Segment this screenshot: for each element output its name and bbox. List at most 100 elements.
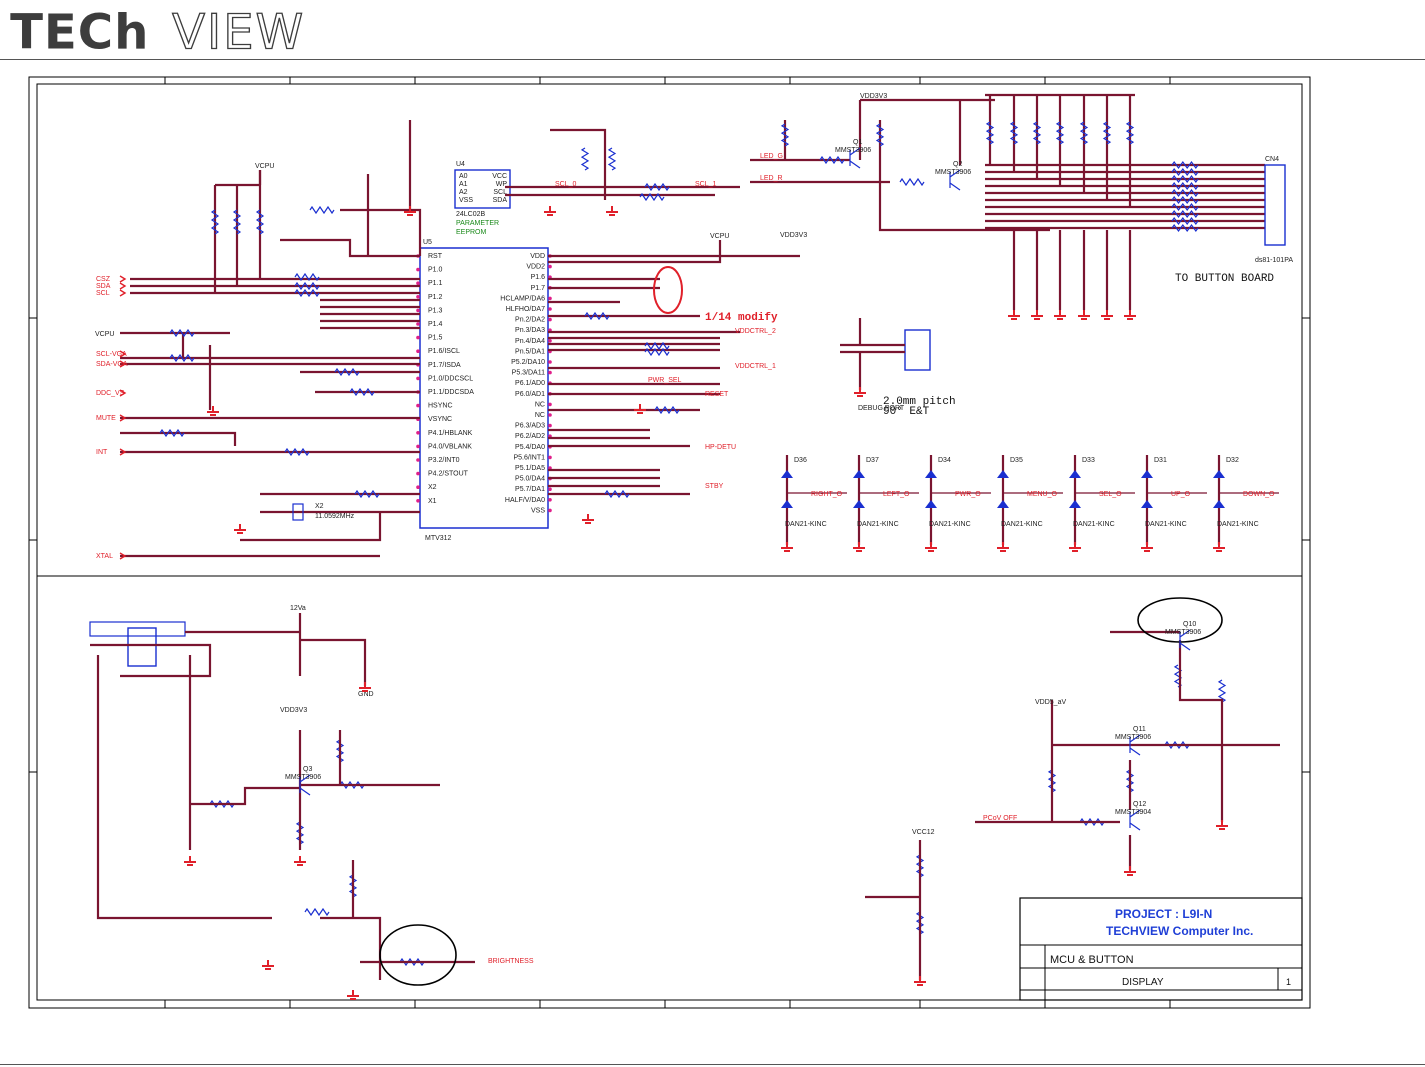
mcu-right-pin-dot (548, 307, 552, 311)
mcu-right-pin-dot (548, 487, 552, 492)
mcu-right-pin-label: P5.4/DA0 (515, 444, 545, 451)
modify-ellipse (653, 266, 683, 314)
eeprom-pin-left: A2 (459, 189, 468, 196)
outer-frame (28, 76, 1311, 1009)
net-label-right: STBY (705, 483, 724, 490)
mcu-right-pin-dot (548, 413, 552, 417)
mcu-right-pin-label: P6.2/AD2 (515, 433, 545, 440)
net-label-right: BRIGHTNESS (488, 958, 534, 965)
net-label-left: CSZ (96, 276, 111, 283)
mcu-right-pin-dot (548, 455, 552, 460)
net-label-left: XTAL (96, 553, 113, 560)
mcu-left-pin-dot (416, 376, 420, 381)
eeprom-pin-right: SDA (493, 197, 508, 204)
mcu-left-pin-dot (416, 267, 420, 272)
debug-port: DEBUG PORT 2.0mm pitch 90° E&T (840, 318, 956, 418)
mcu-left-pin-label: P1.4 (428, 321, 443, 328)
eeprom-pin-left: A1 (459, 181, 468, 188)
net-label-right: RESET (705, 391, 729, 398)
eeprom-u4: U4 24LC02B PARAMETER EEPROM A0A1A2VSS VCC… (454, 161, 511, 236)
diode-ref: D36 (794, 457, 807, 464)
net-label-right: PWR_SEL (648, 377, 682, 384)
mcu-left-pin-label: P1.0 (428, 267, 443, 274)
mcu-left-pin-label: P1.3 (428, 307, 443, 314)
mcu-left-pin-dot (416, 458, 420, 462)
net-labels-right: LED_G LED_R SCL_0 SCL_1 PWR_SEL RESET VDDCTRL_… (488, 153, 1017, 965)
transistor-ref: Q12 (1133, 801, 1146, 808)
mcu-left-pin-dot (416, 485, 420, 490)
net-label-right: VDDCTRL_2 (735, 328, 776, 335)
mcu-left-pin-label: VSYNC (428, 416, 452, 423)
angle-label: 90° E&T (883, 406, 930, 418)
diode-net: SEL_O (1099, 491, 1122, 498)
sheet-title: MCU & BUTTON (1050, 954, 1134, 966)
mcu-left-pin-label: P1.0/DDCSCL (428, 375, 473, 382)
eeprom-label2: EEPROM (456, 229, 487, 236)
transistor-part: MMST3906 (1115, 734, 1151, 741)
mcu-right-pin-label: Pn.5/DA1 (515, 348, 545, 355)
mcu-right-pin-dot (548, 339, 552, 343)
diode-part: DAN21-KINC (929, 521, 971, 528)
mcu-right-pin-label: VDD (530, 253, 545, 260)
mcu-right-pin-label: VDD2 (526, 264, 545, 271)
mcu-left-pin-label: RST (428, 253, 443, 260)
diode-ref: D34 (938, 457, 951, 464)
power-label: VCC12 (912, 829, 935, 836)
mcu-right-pin-label: NC (535, 401, 545, 408)
net-label-right: SCL_1 (695, 181, 717, 188)
power-label: 12Va (290, 605, 306, 612)
mcu-right-pin-label: Pn.2/DA2 (515, 317, 545, 324)
ground-symbols (184, 206, 1228, 1000)
mcu-right-pin-label: P6.1/AD0 (515, 380, 545, 387)
mcu-left-pin-label: P3.2/INT0 (428, 457, 460, 464)
mcu-right-pin-label: P5.3/DA11 (512, 370, 545, 377)
diode-net: PWR_O (955, 491, 981, 498)
mcu-left-pin-label: P1.6/ISCL (428, 348, 460, 355)
project-title: PROJECT : L9I-N (1115, 907, 1212, 921)
mcu-left-pins: RST P1.0 P1.1 P1.2 P1.3 P1.4 P1.5 P1.6/ISCL P1.7… (416, 253, 474, 505)
eeprom-pin-left: VSS (459, 197, 473, 204)
crystal-value: 11.0592MHz (315, 513, 355, 520)
mcu-right-pin-label: P6.3/AD3 (515, 423, 545, 430)
mcu-right-pin-label: NC (535, 412, 545, 419)
mcu-right-pin-label: P5.6/INT1 (513, 454, 545, 461)
diode-net: UP_O (1171, 491, 1191, 498)
diode-net: RIGHT_O (811, 491, 843, 498)
mcu-left-pin-label: P1.2 (428, 294, 443, 301)
mcu-left-pin-dot (416, 308, 420, 313)
mcu-left-pin-label: P1.7/ISDA (428, 362, 461, 369)
diode-ref: D33 (1082, 457, 1095, 464)
power-labels: VCPU VDD3V3 VCPU VCPU VDD3V3 12Va VDD3V3 VDD5_a… (95, 93, 1066, 836)
eeprom-pin-left: A0 (459, 173, 468, 180)
eeprom-pins: A0A1A2VSSVCCWPSCLSDA (459, 173, 507, 204)
power-label: GND (358, 691, 374, 698)
mcu-u5: U5 MTV312 RST P1.0 P1.1 P1.2 P1.3 P1.4 P1.5 P1.… (416, 239, 552, 542)
transistor-part: MMST3906 (285, 774, 321, 781)
mcu-left-pin-dot (416, 349, 420, 354)
mcu-left-pin-label: P4.0/VBLANK (428, 443, 472, 450)
mcu-right-pin-label: P6.0/AD1 (515, 391, 545, 398)
mcu-right-pins: VDD VDD2 P1.6 P1.7 HCLAMP/DA6 HLFHO/DA7 Pn.2/D… (500, 253, 552, 514)
mcu-right-pin-dot (548, 296, 552, 301)
resistor-bank (159, 121, 1227, 967)
mcu-right-pin-dot (548, 360, 552, 364)
transistor-part: MMST3906 (1165, 629, 1201, 636)
sheet-rev: 1 (1286, 977, 1291, 987)
mcu-left-pin-dot (416, 431, 420, 435)
power-label: VDD3V3 (280, 707, 307, 714)
mcu-left-pin-dot (416, 322, 420, 326)
mcu-left-pin-label: P1.1 (428, 280, 443, 287)
mcu-ref: U5 (423, 239, 432, 246)
mcu-right-pin-label: P5.1/DA5 (515, 465, 545, 472)
net-label-left: SDA (96, 283, 111, 290)
net-label-right: PCoV OFF (983, 815, 1017, 822)
mcu-right-pin-label: Pn.4/DA4 (515, 338, 545, 345)
mcu-right-pin-dot (548, 317, 552, 322)
mcu-left-pin-label: HSYNC (428, 403, 453, 410)
net-label-right: HP-DETU (705, 444, 736, 451)
mcu-left-pin-dot (416, 471, 420, 476)
diode-part: DAN21-KINC (857, 521, 899, 528)
frame-ticks (29, 77, 1310, 1008)
transistor-ref: Q2 (953, 161, 962, 168)
sheet-subtitle: DISPLAY (1122, 977, 1164, 988)
